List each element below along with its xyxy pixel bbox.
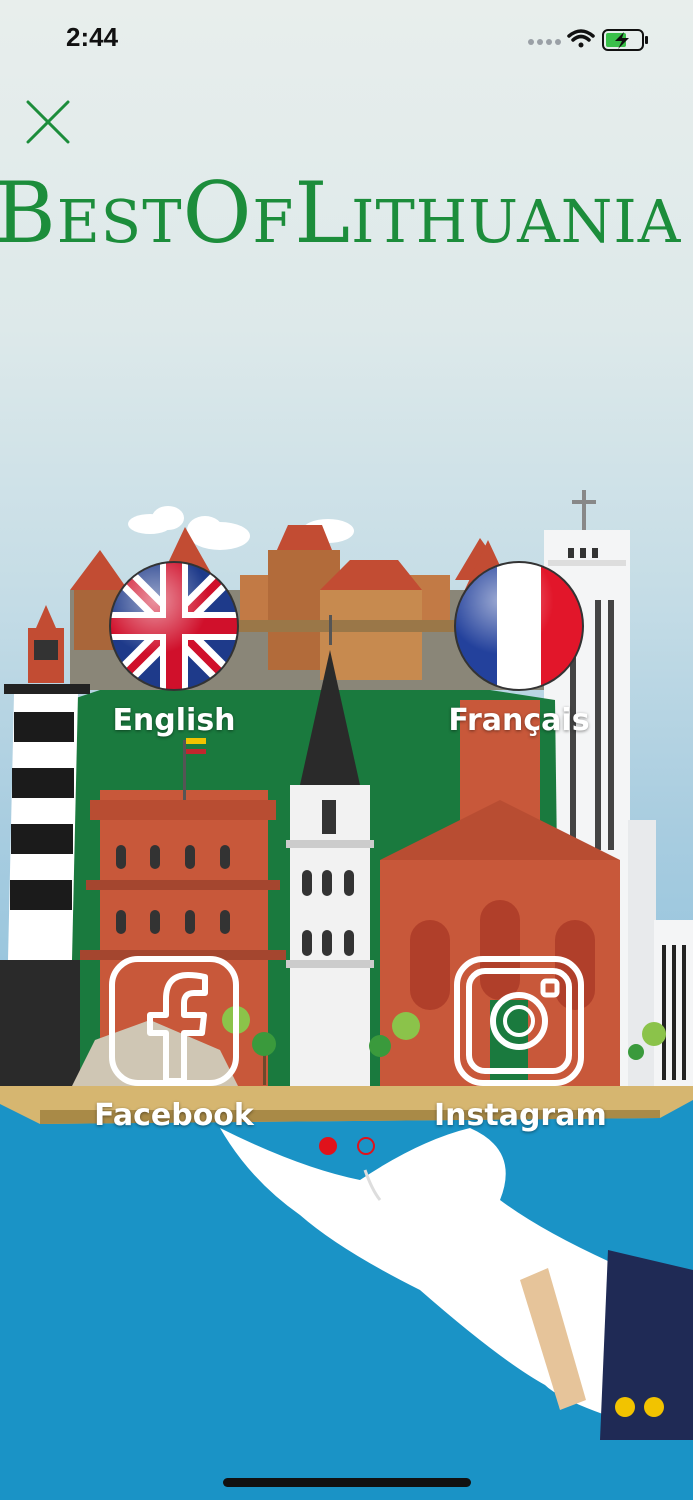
uk-flag-icon [109,561,239,691]
francais-label: Français [448,703,590,738]
english-label: English [112,703,236,738]
battery-charging-icon [602,29,648,51]
close-icon[interactable] [22,96,74,148]
page-dot-inactive [357,1137,375,1155]
instagram-icon [454,956,584,1086]
page-indicator[interactable] [316,1135,378,1157]
page-dot-active [319,1137,337,1155]
facebook-icon [109,956,239,1086]
instagram-button[interactable]: Instagram [434,955,607,1133]
brand-logo: BestOfLithuania [0,164,682,262]
waiter-hand [220,1128,693,1440]
english-button[interactable]: English [89,560,259,738]
francais-button[interactable]: Français [434,560,604,738]
facebook-label: Facebook [94,1098,254,1133]
facebook-button[interactable]: Facebook [89,955,259,1133]
status-icons [528,29,648,51]
status-time: 2:44 [66,22,119,52]
instagram-label: Instagram [434,1098,607,1133]
signal-dots-icon [528,39,561,45]
france-flag-icon [454,561,584,691]
status-bar: 2:44 [0,0,693,80]
wifi-icon [567,29,595,48]
home-indicator[interactable] [223,1478,471,1487]
